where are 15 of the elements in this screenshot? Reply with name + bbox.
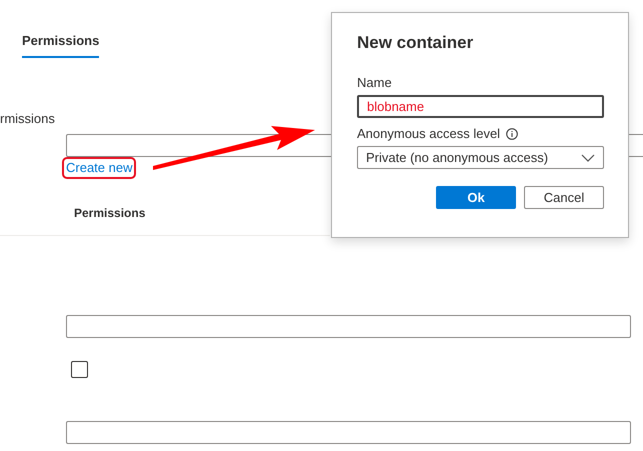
tab[interactable]: Permissions: [22, 33, 100, 58]
field-label: rmissions: [0, 111, 55, 126]
cancel-button[interactable]: Cancel: [524, 186, 604, 209]
name-label: Name: [357, 75, 392, 90]
chevron-down-icon: [581, 154, 595, 162]
dialog-title: New container: [357, 33, 474, 53]
info-icon[interactable]: [506, 128, 518, 140]
ok-button[interactable]: Ok: [436, 186, 516, 209]
access-label: Anonymous access level: [357, 126, 500, 141]
checkbox[interactable]: [71, 361, 88, 378]
section-header: Permissions: [74, 206, 146, 220]
name-field[interactable]: blobname: [357, 95, 604, 118]
access-dropdown[interactable]: Private (no anonymous access): [357, 146, 604, 169]
input-field[interactable]: [66, 421, 631, 444]
input-field[interactable]: [66, 315, 631, 338]
